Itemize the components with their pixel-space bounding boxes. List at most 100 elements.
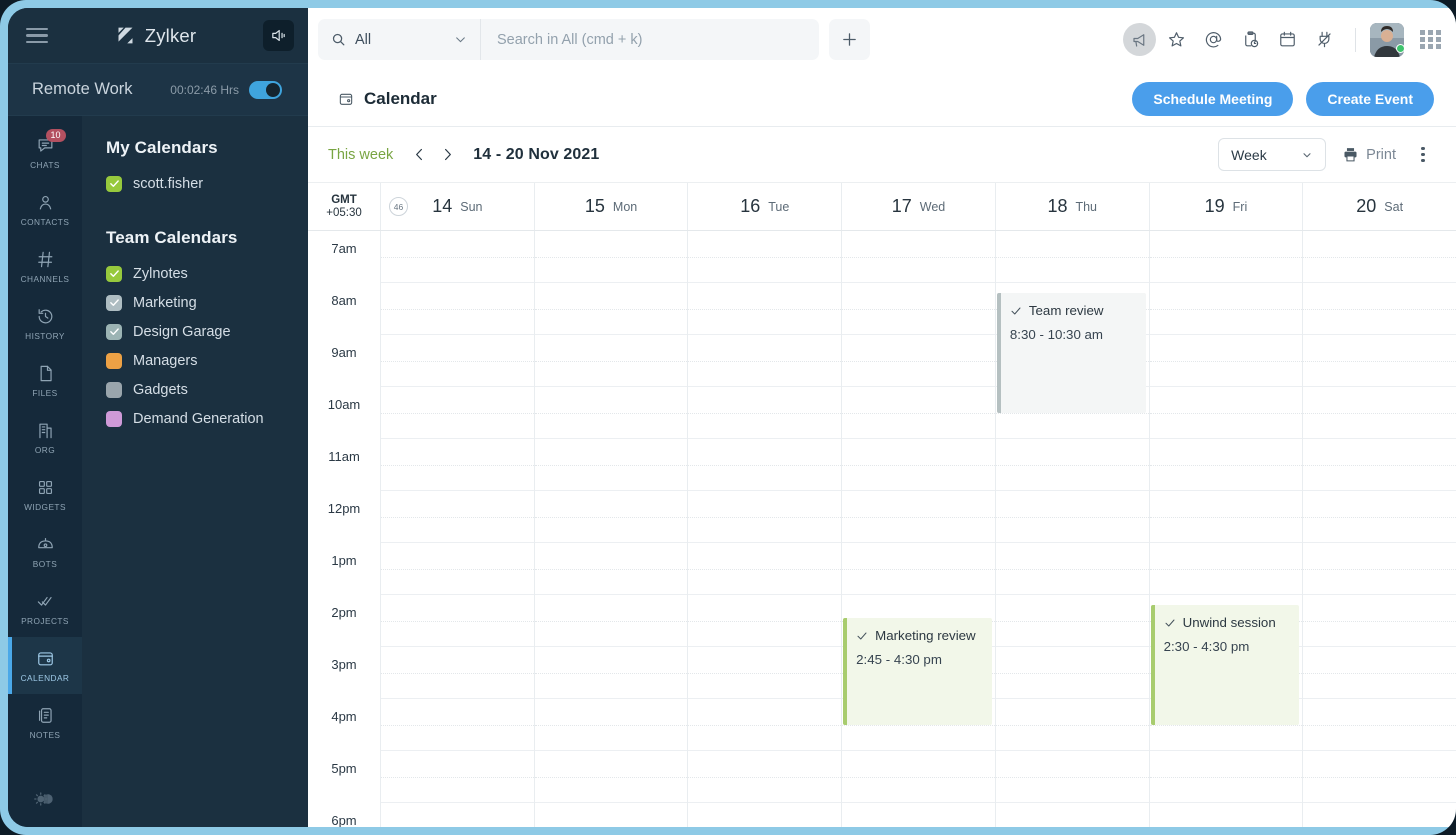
calendar-item[interactable]: scott.fisher [106,169,308,198]
calendar-checkbox[interactable] [106,324,122,340]
calendar-checkbox[interactable] [106,353,122,369]
calendar-event[interactable]: Team review8:30 - 10:30 am [997,293,1146,413]
hour-cell[interactable] [688,283,841,335]
calendar-grid-scroll[interactable]: 7am8am9am10am11am12pm1pm2pm3pm4pm5pm6pm … [308,231,1456,827]
day-column-fri[interactable]: Unwind session2:30 - 4:30 pm [1150,231,1304,827]
hour-cell[interactable] [1150,439,1303,491]
hour-cell[interactable] [1303,335,1456,387]
hour-cell[interactable] [996,647,1149,699]
hour-cell[interactable] [996,751,1149,803]
hour-cell[interactable] [535,803,688,827]
prev-week-button[interactable] [407,143,431,167]
hour-cell[interactable] [1150,387,1303,439]
hour-cell[interactable] [1303,803,1456,827]
hour-cell[interactable] [1150,751,1303,803]
day-column-sun[interactable] [381,231,535,827]
calendar-item[interactable]: Design Garage [106,317,308,346]
hour-cell[interactable] [1303,647,1456,699]
day-header-fri[interactable]: 19Fri [1150,183,1304,230]
calendar-item[interactable]: Gadgets [106,375,308,404]
hour-cell[interactable] [535,491,688,543]
hour-cell[interactable] [381,543,534,595]
hour-cell[interactable] [996,231,1149,283]
mention-icon[interactable] [1197,23,1230,56]
add-button[interactable] [829,19,870,60]
hour-cell[interactable] [688,439,841,491]
rail-item-history[interactable]: HISTORY [8,295,82,352]
rail-item-notes[interactable]: NOTES [8,694,82,751]
day-column-mon[interactable] [535,231,689,827]
calendar-checkbox[interactable] [106,266,122,282]
hour-cell[interactable] [688,543,841,595]
hour-cell[interactable] [535,647,688,699]
hour-cell[interactable] [381,231,534,283]
hamburger-menu-icon[interactable] [26,24,48,48]
hour-cell[interactable] [381,803,534,827]
hour-cell[interactable] [996,595,1149,647]
rail-item-org[interactable]: ORG [8,409,82,466]
hour-cell[interactable] [535,543,688,595]
hour-cell[interactable] [1150,283,1303,335]
theme-toggle-icon[interactable] [8,789,82,809]
hour-cell[interactable] [688,647,841,699]
hour-cell[interactable] [688,751,841,803]
hour-cell[interactable] [381,387,534,439]
hour-cell[interactable] [1303,751,1456,803]
hour-cell[interactable] [1303,543,1456,595]
calendar-checkbox[interactable] [106,411,122,427]
calendar-item[interactable]: Demand Generation [106,404,308,433]
calendar-event[interactable]: Unwind session2:30 - 4:30 pm [1151,605,1300,725]
hour-cell[interactable] [381,699,534,751]
hour-cell[interactable] [535,283,688,335]
hour-cell[interactable] [535,699,688,751]
hour-cell[interactable] [996,699,1149,751]
hour-cell[interactable] [535,231,688,283]
star-icon[interactable] [1160,23,1193,56]
rail-item-projects[interactable]: PROJECTS [8,580,82,637]
calendar-item[interactable]: Managers [106,346,308,375]
hour-cell[interactable] [535,595,688,647]
hour-cell[interactable] [1150,543,1303,595]
hour-cell[interactable] [1303,595,1456,647]
day-header-wed[interactable]: 17Wed [842,183,996,230]
hour-cell[interactable] [381,283,534,335]
rail-item-bots[interactable]: BOTS [8,523,82,580]
hour-cell[interactable] [996,543,1149,595]
this-week-button[interactable]: This week [328,147,393,163]
hour-cell[interactable] [1150,803,1303,827]
hour-cell[interactable] [1150,491,1303,543]
day-column-wed[interactable]: Marketing review2:45 - 4:30 pm [842,231,996,827]
hour-cell[interactable] [1303,439,1456,491]
day-header-sun[interactable]: 4614Sun [381,183,535,230]
avatar[interactable] [1370,23,1404,57]
hour-cell[interactable] [535,439,688,491]
clipboard-clock-icon[interactable] [1234,23,1267,56]
hour-cell[interactable] [842,387,995,439]
day-header-tue[interactable]: 16Tue [688,183,842,230]
rail-item-calendar[interactable]: CALENDAR [8,637,82,694]
hour-cell[interactable] [688,231,841,283]
hour-cell[interactable] [842,491,995,543]
hour-cell[interactable] [381,491,534,543]
day-column-tue[interactable] [688,231,842,827]
hour-cell[interactable] [842,439,995,491]
hour-cell[interactable] [688,387,841,439]
speaker-icon[interactable] [263,20,294,51]
hour-cell[interactable] [842,751,995,803]
create-event-button[interactable]: Create Event [1306,82,1434,116]
hour-cell[interactable] [996,803,1149,827]
apps-grid-icon[interactable] [1420,30,1442,49]
announcement-icon[interactable] [1123,23,1156,56]
hour-cell[interactable] [381,595,534,647]
next-week-button[interactable] [435,143,459,167]
calendar-item[interactable]: Marketing [106,288,308,317]
rail-item-channels[interactable]: CHANNELS [8,238,82,295]
hour-cell[interactable] [535,335,688,387]
search-scope-dropdown[interactable]: All [318,19,481,60]
hour-cell[interactable] [1303,231,1456,283]
hour-cell[interactable] [688,803,841,827]
hour-cell[interactable] [688,491,841,543]
rail-item-files[interactable]: FILES [8,352,82,409]
hour-cell[interactable] [535,387,688,439]
rail-item-contacts[interactable]: CONTACTS [8,181,82,238]
